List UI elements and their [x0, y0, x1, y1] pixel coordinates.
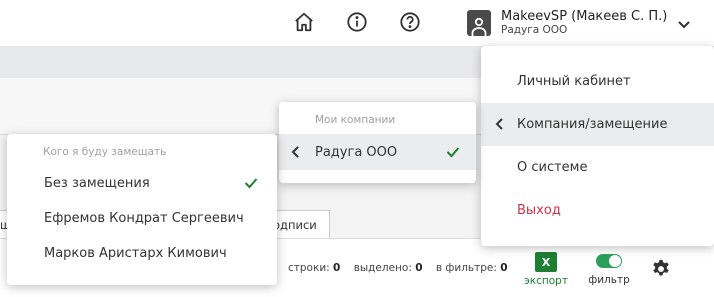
top-bar: MakeevSP (Макеев С. П.) Радуга ООО — [0, 0, 714, 46]
deputy-option-label: Марков Аристарх Кимович — [44, 246, 227, 261]
companies-submenu: Мои компании Радуга ООО — [279, 102, 476, 183]
user-avatar-icon — [467, 10, 491, 36]
check-icon — [244, 177, 258, 189]
menu-item-label: О системе — [517, 160, 588, 175]
rows-label: строки: — [288, 262, 330, 274]
menu-item-logout[interactable]: Выход — [481, 189, 714, 232]
user-dropdown-menu: Личный кабинет Компания/замещение О сист… — [481, 46, 714, 246]
tab-signatures[interactable]: одписи — [270, 210, 330, 238]
deputy-header: Кого я буду замещать — [43, 146, 167, 158]
deputy-option-label: Ефремов Кондрат Сергеевич — [44, 211, 244, 226]
filter-toggle[interactable]: фильтр — [586, 254, 632, 286]
help-icon[interactable] — [398, 10, 422, 34]
filter-switch[interactable] — [596, 254, 622, 268]
rows-value: 0 — [333, 262, 341, 274]
companies-header: Мои компании — [315, 114, 396, 126]
grid-stats: строки: 0 выделено: 0 в фильтре: 0 — [288, 262, 508, 274]
selected-label: выделено: — [353, 262, 412, 274]
user-menu-trigger[interactable]: MakeevSP (Макеев С. П.) Радуга ООО — [467, 6, 691, 40]
chevron-down-icon — [677, 16, 691, 30]
chevron-left-icon — [291, 146, 301, 158]
filter-count-value: 0 — [500, 262, 508, 274]
deputy-option-efremov[interactable]: Ефремов Кондрат Сергеевич — [7, 201, 277, 236]
filter-label: фильтр — [588, 274, 630, 286]
check-icon — [446, 146, 460, 158]
chevron-left-icon — [495, 118, 505, 130]
deputy-option-none[interactable]: Без замещения — [7, 166, 277, 201]
switch-knob — [609, 255, 621, 267]
filter-count-label: в фильтре: — [435, 262, 497, 274]
gear-icon[interactable] — [650, 258, 672, 280]
deputy-option-markov[interactable]: Марков Аристарх Кимович — [7, 236, 277, 271]
export-button[interactable]: X экспорт — [522, 252, 570, 287]
deputy-option-label: Без замещения — [44, 176, 150, 191]
info-icon[interactable] — [345, 10, 369, 34]
user-org: Радуга ООО — [501, 24, 568, 37]
menu-item-about[interactable]: О системе — [481, 146, 714, 189]
menu-item-personal-account[interactable]: Личный кабинет — [481, 60, 714, 103]
user-name: MakeevSP (Макеев С. П.) — [501, 8, 668, 24]
menu-item-label: Компания/замещение — [517, 117, 668, 132]
deputy-submenu: Кого я буду замещать Без замещения Ефрем… — [7, 134, 277, 285]
selected-value: 0 — [415, 262, 423, 274]
home-icon[interactable] — [292, 10, 316, 34]
menu-item-label: Личный кабинет — [517, 74, 631, 89]
excel-icon: X — [535, 252, 557, 272]
menu-item-label: Выход — [517, 203, 561, 218]
export-label: экспорт — [524, 275, 568, 287]
company-option-label: Радуга ООО — [315, 144, 398, 160]
menu-item-company-deputy[interactable]: Компания/замещение — [481, 103, 714, 146]
company-option[interactable]: Радуга ООО — [279, 134, 476, 170]
